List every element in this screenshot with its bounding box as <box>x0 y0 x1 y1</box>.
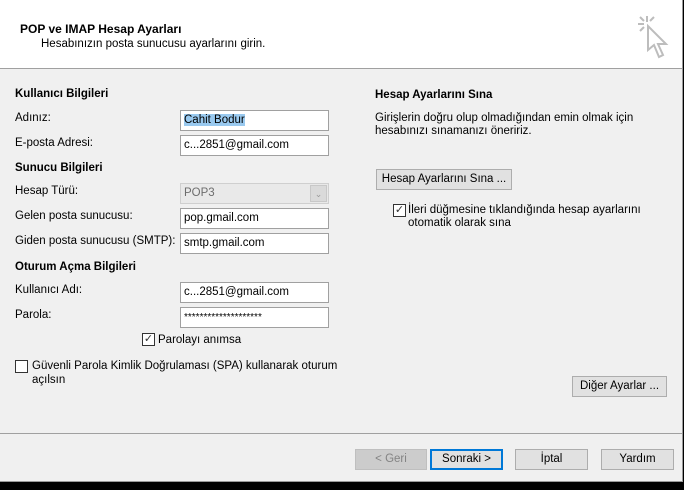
password-label: Parola: <box>15 309 52 321</box>
outgoing-server-label: Giden posta sunucusu (SMTP): <box>15 235 176 247</box>
cursor-click-icon <box>638 16 669 59</box>
name-input[interactable]: Cahit Bodur <box>180 110 329 131</box>
account-type-label: Hesap Türü: <box>15 185 79 197</box>
spa-label-line1[interactable]: Güvenli Parola Kimlik Doğrulaması (SPA) … <box>32 360 337 372</box>
password-input[interactable]: ******************** <box>180 307 329 328</box>
username-label: Kullanıcı Adı: <box>15 284 83 296</box>
spa-label-line2[interactable]: açılsın <box>32 374 65 386</box>
test-settings-button[interactable]: Hesap Ayarlarını Sına ... <box>376 169 512 190</box>
email-label: E-posta Adresi: <box>15 137 93 149</box>
user-info-heading: Kullanıcı Bilgileri <box>15 88 109 100</box>
logon-info-heading: Oturum Açma Bilgileri <box>15 261 136 273</box>
help-button[interactable]: Yardım <box>601 449 674 470</box>
auto-test-label-line1[interactable]: İleri düğmesine tıklandığında hesap ayar… <box>408 204 641 216</box>
next-button[interactable]: Sonraki > <box>430 449 503 470</box>
incoming-server-input[interactable]: pop.gmail.com <box>180 208 329 229</box>
cancel-button[interactable]: İptal <box>515 449 588 470</box>
name-value: Cahit Bodur <box>184 114 245 126</box>
footer-divider <box>0 433 682 434</box>
page-title: POP ve IMAP Hesap Ayarları <box>20 22 182 36</box>
name-label: Adınız: <box>15 112 51 124</box>
outgoing-server-input[interactable]: smtp.gmail.com <box>180 233 329 254</box>
back-button[interactable]: < Geri <box>355 449 427 470</box>
account-settings-dialog: POP ve IMAP Hesap Ayarları Hesabınızın p… <box>0 0 683 482</box>
dialog-header: POP ve IMAP Hesap Ayarları Hesabınızın p… <box>0 0 682 69</box>
test-settings-heading: Hesap Ayarlarını Sına <box>375 89 493 101</box>
email-input[interactable]: c...2851@gmail.com <box>180 135 329 156</box>
auto-test-checkbox[interactable]: ✓ <box>393 204 406 217</box>
spa-checkbox[interactable] <box>15 360 28 373</box>
incoming-server-label: Gelen posta sunucusu: <box>15 210 133 222</box>
page-subtitle: Hesabınızın posta sunucusu ayarlarını gi… <box>41 38 266 50</box>
account-type-select[interactable]: POP3 ⌄ <box>180 183 329 204</box>
username-input[interactable]: c...2851@gmail.com <box>180 282 329 303</box>
account-type-value: POP3 <box>184 187 215 199</box>
more-settings-button[interactable]: Diğer Ayarlar ... <box>572 376 667 397</box>
auto-test-label-line2[interactable]: otomatik olarak sına <box>408 217 511 229</box>
server-info-heading: Sunucu Bilgileri <box>15 162 103 174</box>
chevron-down-icon: ⌄ <box>310 185 327 202</box>
remember-password-checkbox[interactable]: ✓ <box>142 333 155 346</box>
remember-password-label[interactable]: Parolayı anımsa <box>158 334 241 346</box>
test-desc-line2: hesabınızı sınamanızı öneririz. <box>375 125 532 137</box>
background <box>684 0 689 490</box>
test-desc-line1: Girişlerin doğru olup olmadığından emin … <box>375 112 634 124</box>
